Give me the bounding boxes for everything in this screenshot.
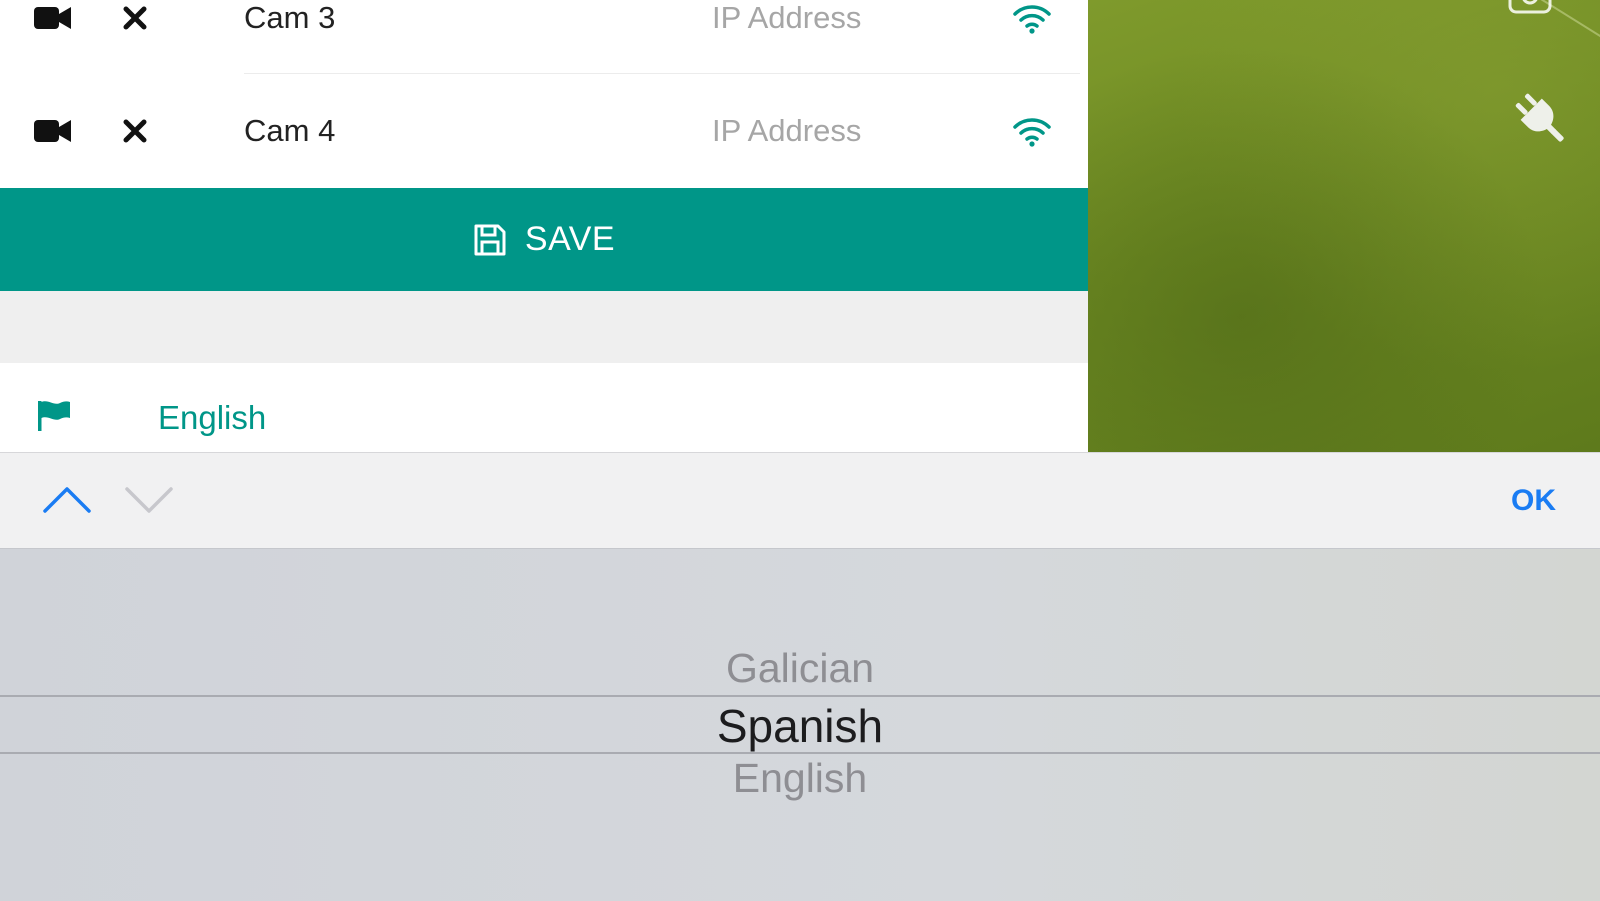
row-divider — [244, 73, 1080, 74]
save-button[interactable]: SAVE — [0, 188, 1088, 291]
camera-row[interactable]: Cam 4 IP Address — [0, 75, 1088, 187]
flag-icon — [38, 401, 70, 431]
ip-address-field[interactable]: IP Address — [712, 0, 861, 36]
language-value[interactable]: English — [158, 399, 266, 437]
video-camera-icon — [34, 120, 71, 142]
chevron-down-icon[interactable] — [122, 481, 176, 519]
save-button-label: SAVE — [524, 220, 616, 258]
section-spacer — [0, 291, 1088, 363]
ok-button[interactable]: OK — [1511, 484, 1556, 518]
camera-settings-panel: Cam 3 IP Address Cam 4 IP Address SAVE E… — [0, 0, 1088, 452]
picker-selection-line — [0, 695, 1600, 697]
video-camera-icon — [34, 7, 71, 29]
close-icon[interactable] — [122, 118, 148, 144]
camera-name[interactable]: Cam 4 — [244, 113, 335, 149]
wifi-icon — [1013, 5, 1051, 34]
floppy-disk-icon — [474, 224, 506, 255]
camera-name[interactable]: Cam 3 — [244, 0, 335, 36]
picker-option[interactable]: English — [0, 755, 1600, 802]
keyboard-accessory-toolbar: OK — [0, 452, 1600, 549]
camera-toggle-icon[interactable] — [1508, 0, 1552, 16]
picker-option-selected[interactable]: Spanish — [0, 699, 1600, 753]
wifi-icon — [1013, 118, 1051, 147]
language-picker[interactable]: Galician Spanish English — [0, 548, 1600, 901]
camera-preview-image — [1088, 0, 1600, 452]
camera-row[interactable]: Cam 3 IP Address — [0, 0, 1088, 74]
language-row[interactable]: English — [0, 363, 1088, 452]
picker-option[interactable]: Galician — [0, 645, 1600, 692]
close-icon[interactable] — [122, 5, 148, 31]
plug-icon[interactable] — [1508, 86, 1570, 148]
chevron-up-icon[interactable] — [40, 481, 94, 519]
ip-address-field[interactable]: IP Address — [712, 113, 861, 149]
